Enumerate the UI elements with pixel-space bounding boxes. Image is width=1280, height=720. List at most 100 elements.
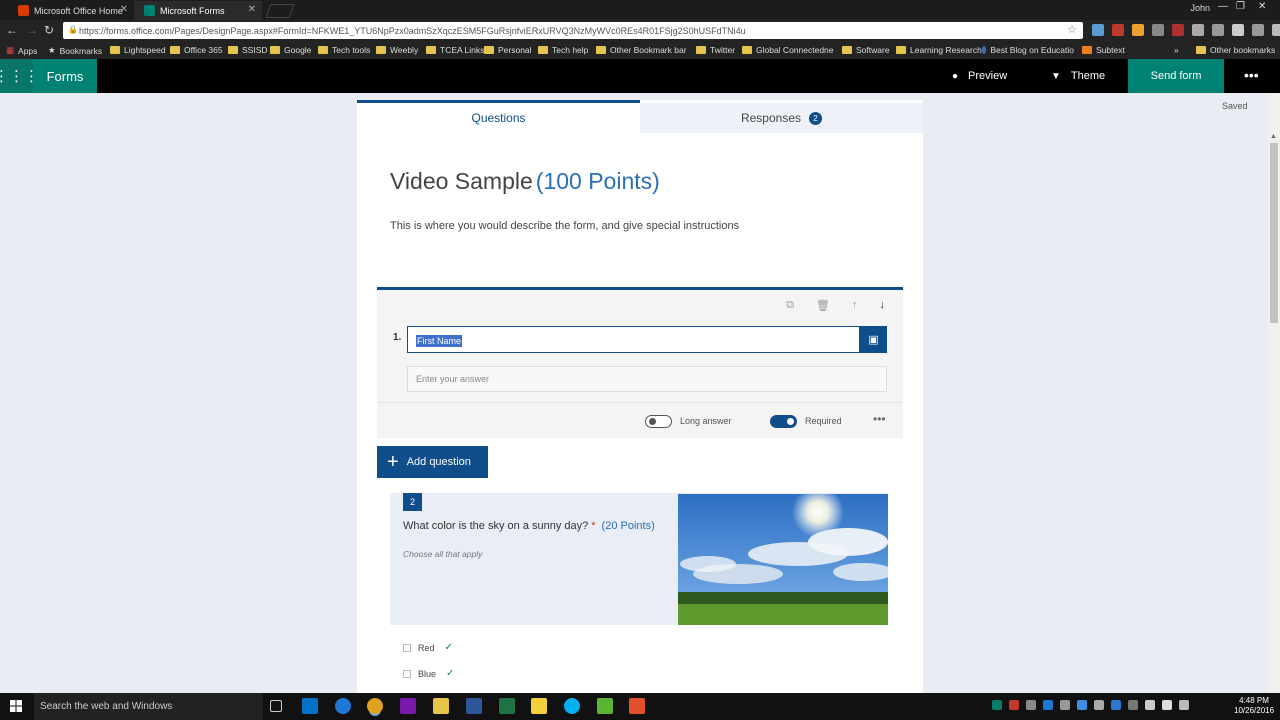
camtasia-icon[interactable]	[597, 698, 613, 714]
required-toggle[interactable]	[770, 415, 797, 428]
chrome-icon[interactable]	[367, 698, 383, 714]
tray-icon[interactable]	[1111, 700, 1121, 710]
office-icon	[18, 5, 29, 16]
extension-icon[interactable]	[1272, 24, 1280, 36]
windows-start-icon[interactable]	[10, 700, 22, 712]
bookmark-link[interactable]: Subtext	[1082, 45, 1125, 55]
extension-icon[interactable]	[1172, 24, 1184, 36]
task-view-icon[interactable]	[270, 700, 282, 712]
skype-icon[interactable]	[564, 698, 580, 714]
extension-icon[interactable]	[1212, 24, 1224, 36]
scroll-up-icon[interactable]: ▲	[1270, 133, 1277, 140]
long-answer-toggle[interactable]	[645, 415, 672, 428]
bookmark-bookmarks[interactable]: ★ Bookmarks	[48, 45, 102, 56]
checkbox[interactable]	[403, 669, 411, 678]
tab-responses[interactable]: Responses 2	[640, 103, 923, 133]
add-question-button[interactable]: + Add question	[377, 446, 488, 478]
bookmark-star-icon[interactable]: ☆	[1067, 23, 1077, 36]
copy-icon[interactable]: ⧉	[786, 299, 794, 312]
bookmark-folder[interactable]: Software	[842, 45, 890, 55]
forward-icon[interactable]: →	[26, 23, 38, 37]
move-up-icon[interactable]: ↑	[852, 299, 858, 312]
edge-icon[interactable]	[335, 698, 351, 714]
extension-icon[interactable]	[1252, 24, 1264, 36]
tray-icon[interactable]	[1043, 700, 1053, 710]
taskbar-search[interactable]: Search the web and Windows	[34, 693, 263, 720]
bookmark-folder[interactable]: Personal	[484, 45, 532, 55]
form-description[interactable]: This is where you would describe the for…	[390, 220, 739, 232]
insert-image-icon[interactable]: ▣	[860, 326, 887, 353]
bookmark-folder[interactable]: Learning Research	[896, 45, 982, 55]
window-close-icon[interactable]: ✕	[1258, 1, 1266, 12]
tab-office-home[interactable]: Microsoft Office Home ✕	[8, 1, 134, 20]
onenote-icon[interactable]	[400, 698, 416, 714]
minimize-icon[interactable]: —	[1218, 1, 1228, 12]
back-icon[interactable]: ←	[6, 23, 18, 37]
close-icon[interactable]: ✕	[120, 4, 128, 15]
file-explorer-icon[interactable]	[433, 698, 449, 714]
option-blue[interactable]: Blue ✓	[403, 668, 454, 679]
taskbar-clock[interactable]: 4:48 PM 10/26/2016	[1234, 696, 1274, 716]
extension-icon[interactable]	[1112, 24, 1124, 36]
close-icon[interactable]: ✕	[248, 4, 256, 15]
extension-icon[interactable]	[1092, 24, 1104, 36]
question-title-input[interactable]: First Name	[407, 326, 860, 353]
tray-icon[interactable]	[1009, 700, 1019, 710]
app-name[interactable]: Forms	[33, 59, 97, 93]
option-red[interactable]: Red ✓	[403, 642, 453, 653]
excel-icon[interactable]	[499, 698, 515, 714]
bookmark-other[interactable]: Other bookmarks	[1196, 45, 1275, 55]
send-form-button[interactable]: Send form	[1128, 59, 1224, 93]
tab-questions[interactable]: Questions	[357, 100, 640, 133]
notifications-icon[interactable]	[1179, 700, 1189, 710]
tray-icon[interactable]	[1128, 700, 1138, 710]
tray-icon[interactable]	[1060, 700, 1070, 710]
bookmarks-overflow-icon[interactable]: »	[1174, 45, 1179, 55]
folder-icon[interactable]	[531, 698, 547, 714]
bookmark-folder[interactable]: Lightspeed	[110, 45, 166, 55]
extension-icon[interactable]	[1232, 24, 1244, 36]
bookmark-folder[interactable]: Twitter	[696, 45, 735, 55]
word-icon[interactable]	[466, 698, 482, 714]
tab-microsoft-forms[interactable]: Microsoft Forms ✕	[134, 1, 262, 20]
snagit-icon[interactable]	[629, 698, 645, 714]
form-title[interactable]: Video Sample (100 Points)	[390, 168, 660, 195]
bookmark-folder[interactable]: Tech tools	[318, 45, 370, 55]
delete-icon[interactable]: 🗑	[816, 299, 830, 312]
scrollbar-thumb[interactable]	[1270, 143, 1278, 323]
question-card[interactable]: 2 What color is the sky on a sunny day? *…	[390, 493, 888, 625]
bookmark-folder[interactable]: Tech help	[538, 45, 588, 55]
app-launcher-icon[interactable]: ⋮⋮⋮	[0, 59, 39, 93]
address-bar[interactable]: 🔒 https://forms.office.com/Pages/DesignP…	[63, 22, 1083, 39]
new-tab-button[interactable]	[265, 4, 295, 18]
question-more-icon[interactable]: •••	[873, 412, 886, 426]
tray-icon[interactable]	[1026, 700, 1036, 710]
bookmark-folder[interactable]: Other Bookmark bar	[596, 45, 688, 55]
extension-icon[interactable]	[1152, 24, 1164, 36]
browser-tab-bar: Microsoft Office Home ✕ Microsoft Forms …	[0, 0, 1280, 20]
onedrive-icon[interactable]	[1077, 700, 1087, 710]
maximize-icon[interactable]: ❐	[1236, 1, 1245, 12]
bookmark-apps[interactable]: ▦ Apps	[6, 45, 37, 56]
move-down-icon[interactable]: ↓	[880, 299, 886, 312]
more-options-icon[interactable]: •••	[1244, 67, 1259, 83]
volume-icon[interactable]	[1162, 700, 1172, 710]
extension-icon[interactable]	[1132, 24, 1144, 36]
bookmark-folder[interactable]: Office 365	[170, 45, 223, 55]
preview-button[interactable]: ● Preview	[952, 59, 1007, 93]
network-icon[interactable]	[1145, 700, 1155, 710]
reload-icon[interactable]: ↻	[44, 23, 54, 37]
outlook-icon[interactable]	[302, 698, 318, 714]
checkbox[interactable]	[403, 643, 411, 652]
theme-button[interactable]: ▼ Theme	[1051, 59, 1105, 93]
bookmark-folder[interactable]: TCEA Links	[426, 45, 484, 55]
bookmark-folder[interactable]: Global Connectedne	[742, 45, 834, 55]
profile-name[interactable]: John	[1190, 3, 1210, 13]
tray-icon[interactable]	[1094, 700, 1104, 710]
bookmark-folder[interactable]: SSISD	[228, 45, 268, 55]
tray-icon[interactable]	[992, 700, 1002, 710]
bookmark-folder[interactable]: Google	[270, 45, 311, 55]
bookmark-folder[interactable]: Weebly	[376, 45, 418, 55]
extension-icon[interactable]	[1192, 24, 1204, 36]
bookmark-link[interactable]: Best Blog on Educatio	[982, 45, 1074, 55]
